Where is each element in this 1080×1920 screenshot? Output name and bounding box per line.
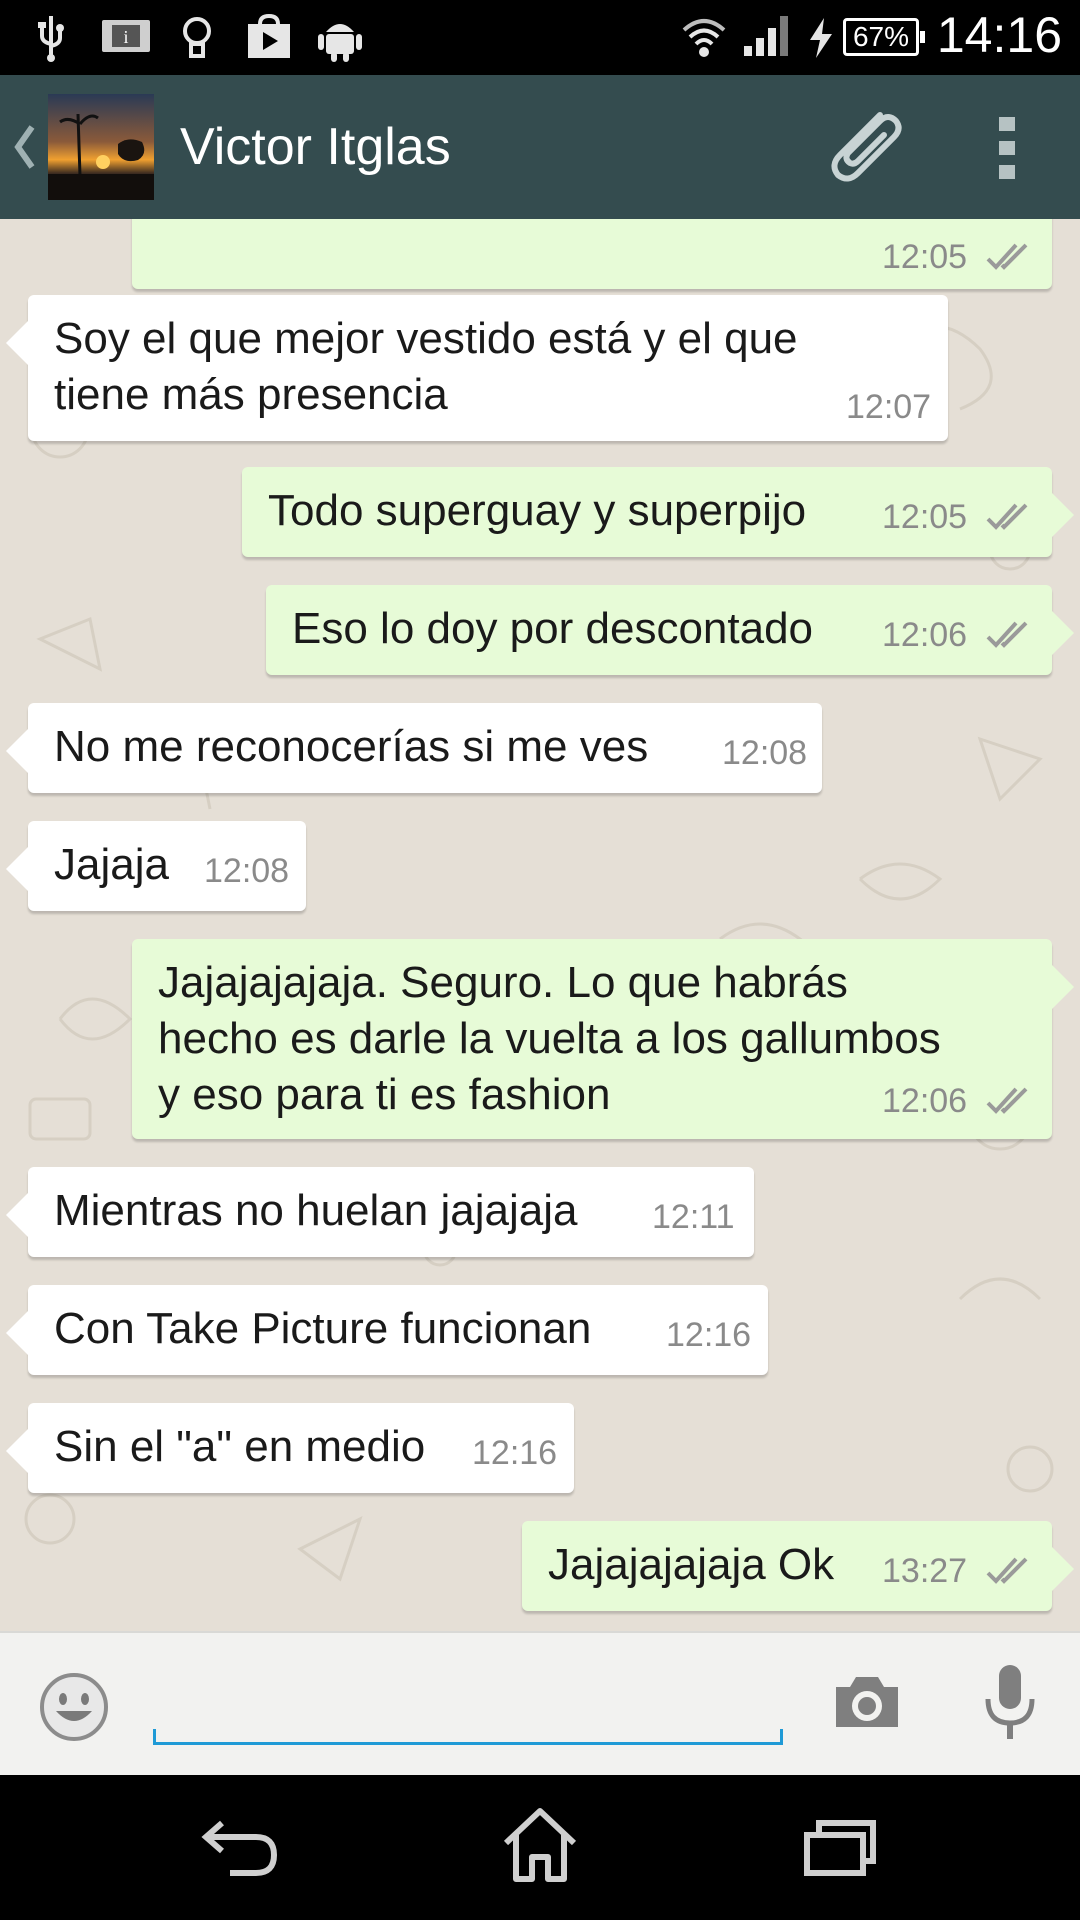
overflow-menu-icon[interactable] [996, 115, 1020, 181]
message-text: Todo superguay y superpijo [268, 486, 807, 535]
double-check-icon [986, 243, 1028, 270]
android-icon [318, 24, 362, 62]
nav-home-icon[interactable] [500, 1805, 580, 1885]
usb-icon [38, 16, 64, 62]
message-timestamp: 12:05 [882, 498, 968, 536]
message-timestamp: 12:16 [666, 1316, 752, 1354]
double-check-icon [986, 503, 1028, 530]
bubble-tail [6, 847, 28, 891]
message-timestamp: 12:06 [882, 616, 968, 654]
svg-text:i: i [123, 27, 128, 47]
outgoing-message[interactable]: Eso lo doy por descontado 12:06 [266, 585, 1074, 675]
bulb-icon [183, 17, 211, 58]
message-text: Con Take Picture funcionan [54, 1304, 592, 1353]
message-timestamp: 12:07 [846, 388, 932, 426]
message-text: Eso lo doy por descontado [292, 604, 814, 653]
bubble-tail [6, 729, 28, 773]
message-timestamp: 12:06 [882, 1082, 968, 1120]
charging-icon [810, 18, 832, 58]
message-timestamp: 12:11 [652, 1198, 735, 1236]
message-text: Jajajajajaja Ok [548, 1540, 835, 1589]
message-timestamp: 12:08 [722, 734, 808, 772]
outgoing-message[interactable]: Todo superguay y superpijo 12:05 [242, 467, 1074, 557]
message-text: larga [158, 219, 256, 221]
bubble-tail [1052, 1547, 1074, 1591]
double-check-icon [986, 1557, 1028, 1584]
bubble-tail [1052, 611, 1074, 655]
wifi-icon [682, 19, 726, 57]
status-bar: i 67% 14:16 [0, 0, 1080, 75]
nav-back-icon[interactable] [200, 1813, 280, 1883]
paperclip-icon[interactable] [820, 103, 910, 193]
chat-area[interactable]: larga 12:05 Soy el que mejor vestido está … [0, 219, 1080, 1631]
bubble-tail [6, 1429, 28, 1473]
bubble-tail [6, 1311, 28, 1355]
double-check-icon [986, 621, 1028, 648]
signal-icon [744, 16, 788, 56]
message-timestamp: 12:08 [204, 852, 290, 890]
message-text: Soy el que mejor vestido está y el que t… [54, 314, 798, 419]
message-timestamp: 13:27 [882, 1552, 968, 1590]
avatar[interactable] [48, 94, 154, 200]
incoming-message[interactable]: Soy el que mejor vestido está y el que t… [6, 295, 948, 441]
battery-icon: 67% [843, 18, 925, 56]
system-navigation-bar [0, 1775, 1080, 1920]
outgoing-message[interactable]: Jajajajajaja Ok 13:27 [522, 1521, 1074, 1611]
sim-info-icon: i [102, 20, 150, 52]
message-text: Jajaja [54, 840, 169, 889]
compose-bar [0, 1631, 1080, 1777]
chat-header: Victor Itglas [0, 75, 1080, 219]
incoming-message[interactable]: No me reconocerías si me ves 12:08 [6, 703, 822, 793]
message-timestamp: 12:16 [472, 1434, 558, 1472]
play-store-icon [248, 14, 290, 58]
camera-icon[interactable] [832, 1673, 902, 1731]
double-check-icon [986, 1087, 1028, 1114]
incoming-message[interactable]: Con Take Picture funcionan 12:16 [6, 1285, 768, 1375]
message-input-underline [153, 1729, 783, 1745]
message-text: No me reconocerías si me ves [54, 722, 649, 771]
message-input[interactable] [160, 1663, 784, 1725]
back-chevron-icon[interactable] [12, 123, 36, 171]
outgoing-message[interactable]: larga 12:05 [132, 219, 1052, 289]
message-text: Mientras no huelan jajajaja [54, 1186, 578, 1235]
contact-name[interactable]: Victor Itglas [180, 117, 451, 177]
bubble-tail [6, 1193, 28, 1237]
incoming-message[interactable]: Mientras no huelan jajajaja 12:11 [6, 1167, 754, 1257]
incoming-message[interactable]: Sin el "a" en medio 12:16 [6, 1403, 574, 1493]
emoji-icon[interactable] [38, 1671, 110, 1743]
incoming-message[interactable]: Jajaja 12:08 [6, 821, 306, 911]
microphone-icon[interactable] [982, 1663, 1038, 1743]
clock: 14:16 [936, 7, 1062, 63]
bubble-tail [6, 321, 28, 365]
bubble-tail [1052, 493, 1074, 537]
nav-recents-icon[interactable] [803, 1817, 877, 1877]
message-text: Sin el "a" en medio [54, 1422, 426, 1471]
outgoing-message[interactable]: Jajajajajaja. Seguro. Lo que habrás hech… [132, 939, 1074, 1139]
bubble-tail [1052, 965, 1074, 1009]
message-timestamp: 12:05 [882, 238, 968, 276]
message-text: Jajajajajaja. Seguro. Lo que habrás hech… [158, 958, 941, 1119]
